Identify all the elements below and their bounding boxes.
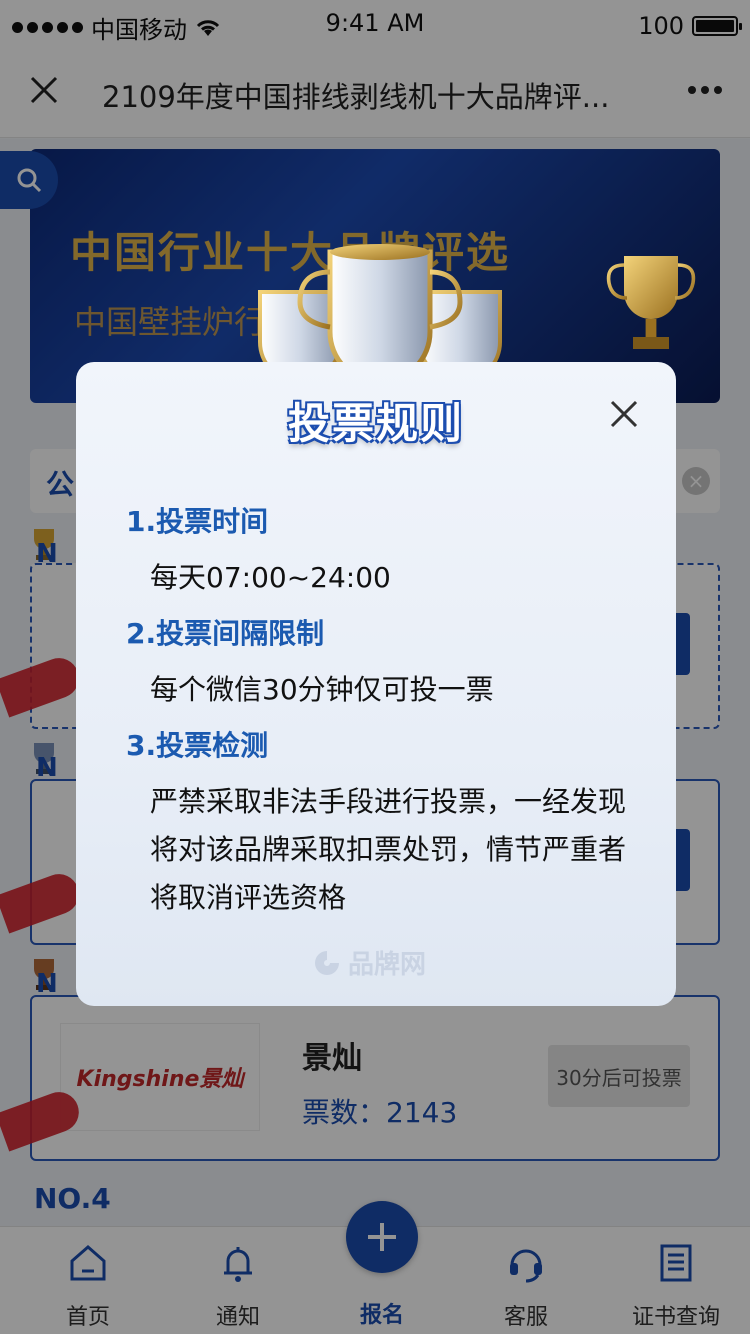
brand-watermark: 品牌网 [312,944,426,981]
brand-logo-icon [315,950,339,975]
rule-item-3: 3.投票检测 严禁采取非法手段进行投票，一经发现 将对该品牌采取扣票处罚，情节严… [126,724,646,922]
modal-header: 投票规则 [76,360,676,480]
watermark-text: 品牌网 [348,950,427,980]
rule-body: 每个微信30分钟仅可投一票 [150,673,494,706]
rule-body: 每天07:00~24:00 [150,561,391,594]
modal-title: 投票规则 [287,399,464,448]
vote-rules-modal: 投票规则 1.投票时间 每天07:00~24:00 2.投票间隔限制 每个微信3… [76,362,676,1006]
rule-body: 严禁采取非法手段进行投票，一经发现 将对该品牌采取扣票处罚，情节严重者 将取消评… [150,785,627,914]
rule-heading: 3.投票检测 [126,729,269,762]
rule-item-1: 1.投票时间 每天07:00~24:00 [126,500,646,602]
close-icon[interactable] [608,398,640,430]
rule-heading: 2.投票间隔限制 [126,617,325,650]
rule-heading: 1.投票时间 [126,505,269,538]
rule-item-2: 2.投票间隔限制 每个微信30分钟仅可投一票 [126,612,646,714]
